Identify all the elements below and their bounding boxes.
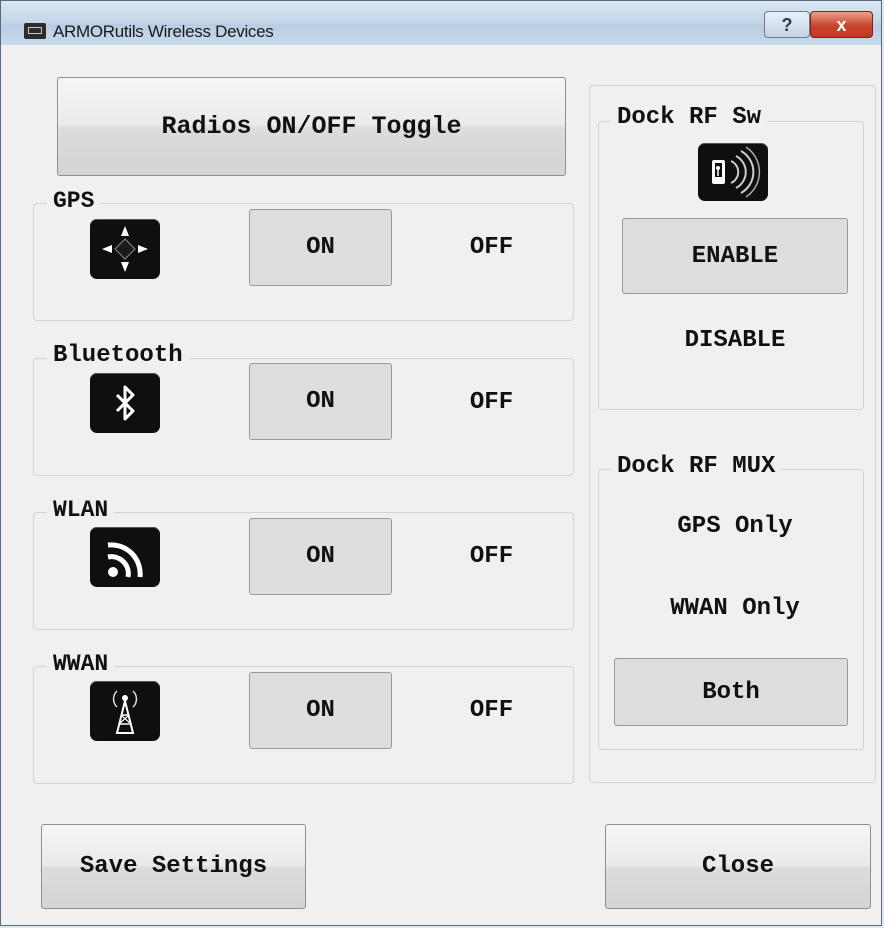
window-close-button[interactable]: x: [810, 11, 873, 38]
rf-switch-icon: [698, 143, 768, 201]
wwan-group-label: WWAN: [47, 651, 115, 677]
radios-toggle-button[interactable]: Radios ON/OFF Toggle: [57, 77, 566, 176]
dock-rf-sw-label: Dock RF Sw: [611, 104, 768, 131]
title-bar[interactable]: ARMORutils Wireless Devices ? x: [1, 1, 881, 45]
wwan-on-button[interactable]: ON: [249, 672, 392, 749]
gps-off-button[interactable]: OFF: [439, 222, 544, 272]
bluetooth-icon: [90, 373, 160, 433]
gps-icon: [90, 219, 160, 279]
wlan-on-button[interactable]: ON: [249, 518, 392, 595]
mux-both-button[interactable]: Both: [614, 658, 848, 726]
gps-group-label: GPS: [47, 188, 101, 214]
close-button[interactable]: Close: [605, 824, 871, 909]
dock-rf-mux-label: Dock RF MUX: [611, 453, 782, 480]
mux-wwan-only-option[interactable]: WWAN Only: [622, 583, 848, 633]
cell-tower-icon: [90, 681, 160, 741]
help-button[interactable]: ?: [764, 11, 810, 38]
wifi-icon: [90, 527, 160, 587]
bluetooth-off-button[interactable]: OFF: [439, 377, 544, 427]
bluetooth-on-button[interactable]: ON: [249, 363, 392, 440]
window-title: ARMORutils Wireless Devices: [53, 22, 274, 41]
wlan-group-label: WLAN: [47, 497, 115, 523]
rf-disable-button[interactable]: DISABLE: [622, 315, 848, 365]
bluetooth-group-label: Bluetooth: [47, 342, 189, 369]
gps-on-button[interactable]: ON: [249, 209, 392, 286]
dialog-body: Radios ON/OFF Toggle GPS ON OFF Bluetoot…: [9, 47, 877, 919]
save-settings-button[interactable]: Save Settings: [41, 824, 306, 909]
app-window: ARMORutils Wireless Devices ? x Radios O…: [0, 0, 882, 926]
wwan-off-button[interactable]: OFF: [439, 685, 544, 735]
rf-enable-button[interactable]: ENABLE: [622, 218, 848, 294]
app-icon: [24, 23, 46, 39]
wlan-off-button[interactable]: OFF: [439, 531, 544, 581]
mux-gps-only-option[interactable]: GPS Only: [622, 501, 848, 551]
